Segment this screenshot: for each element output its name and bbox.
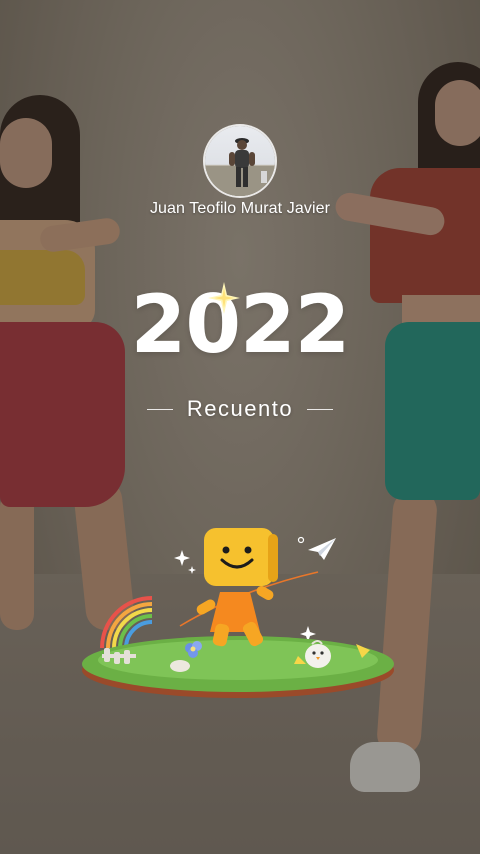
recap-subtitle: Recuento: [186, 396, 294, 421]
paper-plane-icon: [308, 538, 336, 560]
divider-left: [146, 408, 173, 410]
subtitle-row: Recuento: [0, 393, 480, 425]
divider-right: [307, 408, 334, 410]
rainbow-icon: [100, 596, 153, 649]
mascot-illustration: [82, 528, 394, 698]
sparkle-icon: [208, 282, 240, 314]
mascot-icon: [196, 528, 278, 647]
grass-island-icon: [82, 636, 394, 698]
profile-photo-icon: [205, 138, 275, 196]
avatar[interactable]: [205, 126, 275, 196]
user-name: Juan Teofilo Murat Javier: [149, 200, 331, 217]
sparkle-small-icon: [174, 550, 190, 566]
